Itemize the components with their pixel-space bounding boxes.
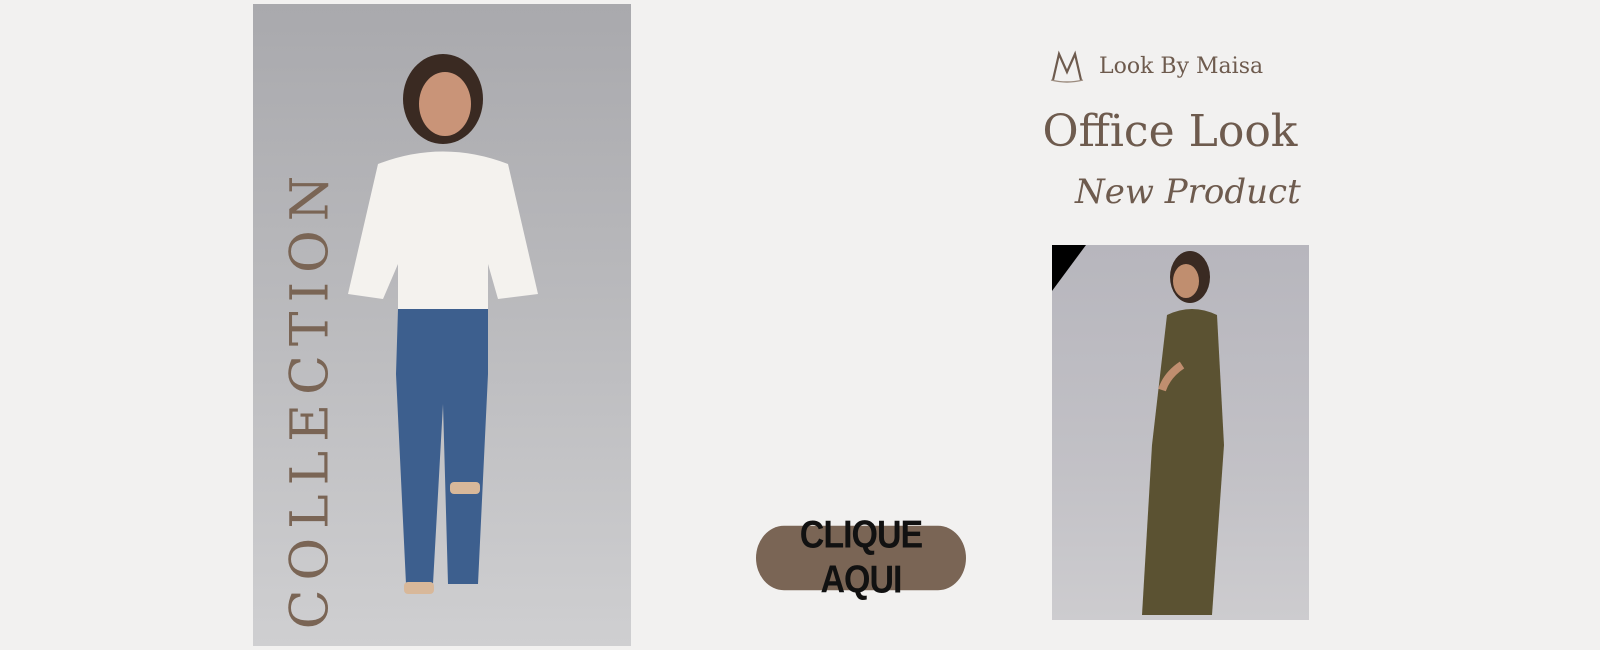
brand-header[interactable]: Look By Maisa: [1047, 46, 1263, 86]
clique-aqui-button[interactable]: CLIQUE AQUI: [756, 513, 966, 602]
monogram-logo-icon: [1050, 50, 1084, 83]
collection-vertical-label: COLLECTION: [280, 166, 340, 629]
model-white-blouse-jeans-image: [348, 54, 538, 594]
page-title: Office Look: [1042, 106, 1298, 157]
product-photo[interactable]: [1052, 245, 1309, 620]
corner-decoration: [1052, 245, 1086, 291]
subtitle-script: New Product: [1075, 172, 1301, 212]
model-olive-jumpsuit-image: [1142, 251, 1224, 615]
brand-name: Look By Maisa: [1099, 53, 1264, 79]
